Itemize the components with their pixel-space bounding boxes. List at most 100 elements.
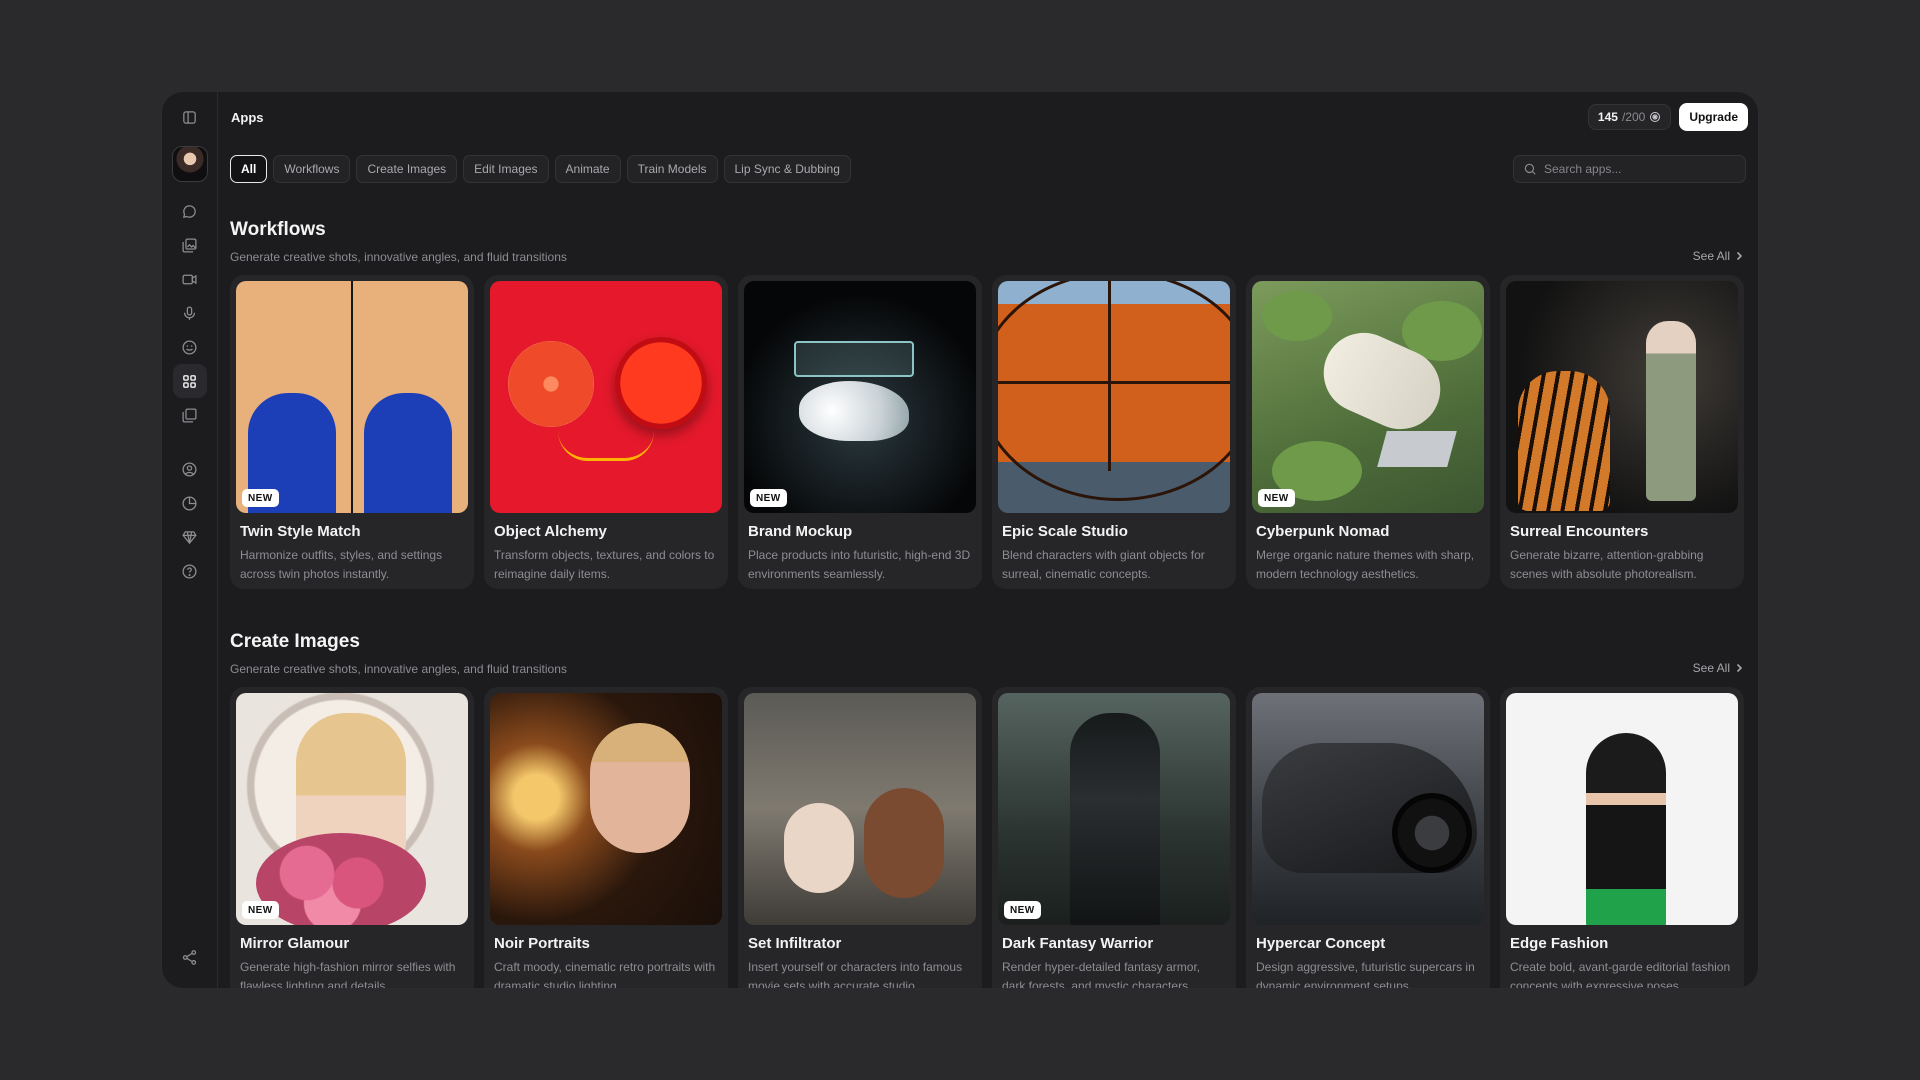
new-badge: NEW [750,489,787,507]
emoji-icon[interactable] [173,330,207,364]
card-thumbnail [1506,281,1738,513]
card-title: Cyberpunk Nomad [1256,523,1390,540]
diamond-icon[interactable] [173,520,207,554]
user-circle-icon[interactable] [173,452,207,486]
card-title: Edge Fashion [1510,935,1609,952]
card-description: Render hyper-detailed fantasy armor, dar… [1002,960,1201,989]
app-window: Apps 145 /200 Upgrade All Workflows Crea… [161,91,1759,989]
card-description: Transform objects, textures, and colors … [494,548,715,581]
card-thumbnail: NEW [236,281,468,513]
app-card-twin-style-match[interactable]: NEW Twin Style Match Harmonize outfits, … [230,275,474,589]
images-icon[interactable] [173,228,207,262]
card-description: Place products into futuristic, high-end… [748,548,971,581]
filter-all[interactable]: All [230,155,268,183]
filter-edit-images[interactable]: Edit Images [463,155,549,183]
bowl-art [615,337,707,429]
card-row: NEW Mirror Glamour Generate high-fashion… [230,687,1744,989]
person-art [784,803,854,893]
card-description: Generate bizarre, attention-grabbing sce… [1510,548,1704,581]
lily-pad-art [1262,291,1332,341]
see-all-link[interactable]: See All [1693,249,1744,263]
credit-coin-icon [1650,112,1661,122]
person-art [864,788,944,898]
card-thumbnail [490,281,722,513]
card-thumbnail [744,693,976,925]
card-title: Twin Style Match [240,523,361,540]
search-box[interactable] [1513,155,1746,183]
section-title: Workflows [230,219,326,240]
app-card-edge-fashion[interactable]: Edge Fashion Create bold, avant-garde ed… [1500,687,1744,989]
app-card-epic-scale-studio[interactable]: Epic Scale Studio Blend characters with … [992,275,1236,589]
filter-workflows[interactable]: Workflows [273,155,351,183]
app-card-cyberpunk-nomad[interactable]: NEW Cyberpunk Nomad Merge organic nature… [1246,275,1490,589]
glass-tank-art [794,341,914,377]
see-all-label: See All [1692,249,1730,263]
see-all-label: See All [1692,661,1730,675]
app-card-dark-fantasy-warrior[interactable]: NEW Dark Fantasy Warrior Render hyper-de… [992,687,1236,989]
card-row: NEW Twin Style Match Harmonize outfits, … [230,275,1744,589]
card-title: Mirror Glamour [240,935,350,952]
panel-toggle-icon[interactable] [173,100,207,134]
app-card-brand-mockup[interactable]: NEW Brand Mockup Place products into fut… [738,275,982,589]
app-card-mirror-glamour[interactable]: NEW Mirror Glamour Generate high-fashion… [230,687,474,988]
app-card-surreal-encounters[interactable]: Surreal Encounters Generate bizarre, att… [1500,275,1744,589]
card-title: Surreal Encounters [1510,523,1649,540]
apps-grid-icon[interactable] [172,364,207,398]
knight-art [1070,713,1160,925]
credits-total: /200 [1621,110,1646,124]
card-thumbnail: NEW [236,693,468,925]
basketball-art [998,281,1230,501]
woman-art [1646,321,1696,501]
fish-art [799,381,909,441]
app-card-object-alchemy[interactable]: Object Alchemy Transform objects, textur… [484,275,728,589]
orange-slice-art [508,341,594,427]
filter-train-models[interactable]: Train Models [626,155,718,183]
card-thumbnail [1506,693,1738,925]
portrait-art [590,723,690,853]
new-badge: NEW [1258,489,1295,507]
basketball-seam [998,381,1230,384]
chat-icon[interactable] [173,194,207,228]
laptop-art [1377,431,1457,467]
see-all-link[interactable]: See All [1693,661,1744,675]
microphone-icon[interactable] [173,296,207,330]
new-badge: NEW [242,489,279,507]
card-thumbnail [1252,693,1484,925]
card-thumbnail: NEW [1252,281,1484,513]
avatar[interactable] [171,146,208,182]
card-title: Set Infiltrator [748,935,842,952]
history-icon[interactable] [173,486,207,520]
section-subtitle: Generate creative shots, innovative angl… [230,662,567,676]
card-description: Create bold, avant-garde editorial fashi… [1510,960,1731,989]
card-thumbnail [998,281,1230,513]
basketball-seam [1108,281,1111,471]
new-badge: NEW [242,901,279,919]
chevron-right-icon [1736,251,1743,261]
share-icon[interactable] [173,940,207,974]
app-card-hypercar-concept[interactable]: Hypercar Concept Design aggressive, futu… [1246,687,1490,988]
new-badge: NEW [1004,901,1041,919]
section-title: Create Images [230,631,360,652]
category-filters: All Workflows Create Images Edit Images … [230,155,851,183]
filter-create-images[interactable]: Create Images [356,155,458,183]
app-card-set-infiltrator[interactable]: Set Infiltrator Insert yourself or chara… [738,687,982,988]
app-card-noir-portraits[interactable]: Noir Portraits Craft moody, cinematic re… [484,687,728,988]
upgrade-button[interactable]: Upgrade [1679,103,1748,131]
section-workflows: Workflows Generate creative shots, innov… [230,219,1746,609]
model-art [1586,733,1666,925]
credits-counter[interactable]: 145 /200 [1587,104,1672,130]
card-title: Dark Fantasy Warrior [1002,935,1154,952]
card-title: Noir Portraits [494,935,590,952]
card-title: Epic Scale Studio [1002,523,1128,540]
gallery-icon[interactable] [173,398,207,432]
credits-used: 145 [1597,110,1618,124]
filter-lip-sync-dubbing[interactable]: Lip Sync & Dubbing [723,155,851,183]
video-icon[interactable] [173,262,207,296]
card-thumbnail: NEW [744,281,976,513]
filter-animate[interactable]: Animate [554,155,621,183]
card-title: Hypercar Concept [1256,935,1386,952]
search-input[interactable] [1544,162,1745,176]
arrow-art [558,431,654,461]
tiger-art [1518,371,1610,511]
help-icon[interactable] [173,554,207,588]
